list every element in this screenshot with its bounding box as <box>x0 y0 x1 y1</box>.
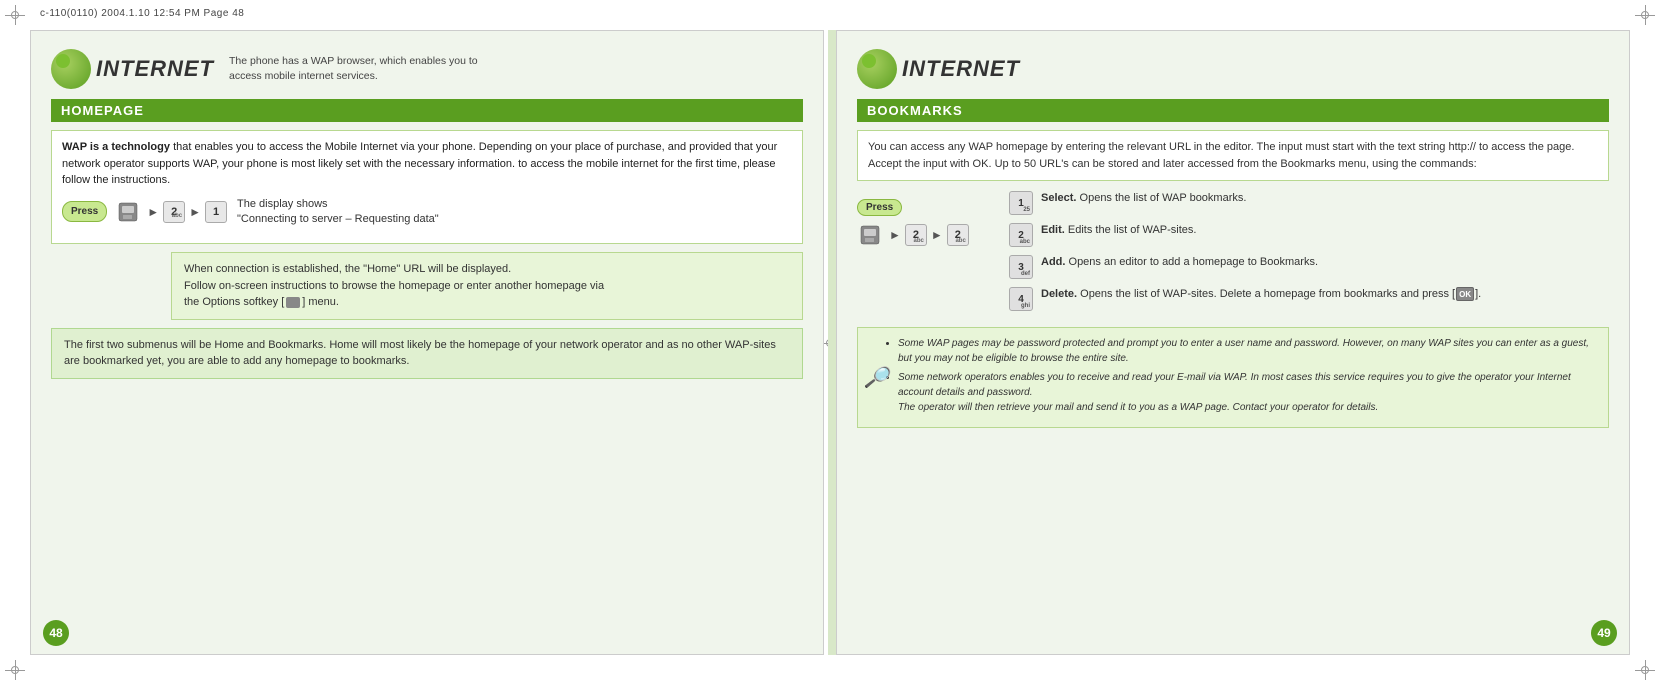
arrow-1-right: ► <box>889 228 901 242</box>
internet-title-left: INTERNET <box>96 56 214 82</box>
internet-header-left: INTERNET The phone has a WAP browser, wh… <box>51 49 803 89</box>
wap-text: that enables you to access the Mobile In… <box>62 141 777 186</box>
bookmark-item-edit: 2 abc Edit. Edits the list of WAP-sites. <box>1009 223 1609 247</box>
display-line1: The display shows <box>237 197 439 212</box>
key-2abc-left: 2 abc <box>163 201 185 223</box>
button-sequence-right: ► 2 abc ► 2 abc <box>857 224 997 246</box>
arrow-2-left: ► <box>189 203 201 221</box>
intro-text: You can access any WAP homepage by enter… <box>868 141 1574 170</box>
wap-bold: WAP is a technology <box>62 141 170 153</box>
page-right: INTERNET BOOKMARKS You can access any WA… <box>836 30 1630 655</box>
display-shows: The display shows "Connecting to server … <box>237 197 439 228</box>
press-area-right: Press <box>857 199 997 216</box>
phone-icon-left <box>115 201 143 223</box>
reg-mark-br <box>1635 660 1655 680</box>
reg-mark-tr <box>1635 5 1655 25</box>
bookmark-text-edit: Edit. Edits the list of WAP-sites. <box>1041 223 1196 238</box>
internet-header-right: INTERNET <box>857 49 1609 89</box>
page-spine <box>828 30 836 655</box>
key-1-left: 1 <box>205 201 227 223</box>
bookmark-key-4: 4 ghi <box>1009 287 1033 311</box>
page-container: c-110(0110) 2004.1.10 12:54 PM Page 48 I… <box>0 0 1660 685</box>
press-label-right: Press <box>857 199 902 216</box>
notes-box: 🔎 Some WAP pages may be password protect… <box>857 327 1609 428</box>
page-number-49: 49 <box>1591 620 1617 646</box>
internet-logo-right: INTERNET <box>857 49 1020 89</box>
header-text: c-110(0110) 2004.1.10 12:54 PM Page 48 <box>40 8 244 19</box>
arrow-2-right: ► <box>931 228 943 242</box>
notes-list: Some WAP pages may be password protected… <box>898 336 1596 415</box>
arrow-1-left: ► <box>147 203 159 221</box>
section-header-homepage: HOMEPAGE <box>51 99 803 122</box>
bookmark-key-1: 1 25 <box>1009 191 1033 215</box>
header-bar: c-110(0110) 2004.1.10 12:54 PM Page 48 <box>40 8 1620 19</box>
internet-title-right: INTERNET <box>902 56 1020 82</box>
bookmark-item-select: 1 25 Select. Opens the list of WAP bookm… <box>1009 191 1609 215</box>
options-softkey-icon <box>286 297 300 308</box>
press-area-left: Press ► 2 abc <box>62 197 792 228</box>
bookmark-text-select: Select. Opens the list of WAP bookmarks. <box>1041 191 1246 206</box>
phone-icon-right <box>857 224 885 246</box>
bookmark-text-delete: Delete. Opens the list of WAP-sites. Del… <box>1041 287 1481 302</box>
bookmarks-left-col: Press ► 2 abc <box>857 191 997 319</box>
page-number-48: 48 <box>43 620 69 646</box>
pages-wrapper: INTERNET The phone has a WAP browser, wh… <box>30 30 1630 655</box>
bookmark-text-add: Add. Opens an editor to add a homepage t… <box>1041 255 1318 270</box>
notes-item-1: Some WAP pages may be password protected… <box>898 336 1596 366</box>
internet-circle-right <box>857 49 897 89</box>
internet-logo-left: INTERNET <box>51 49 214 89</box>
display-line2: "Connecting to server – Requesting data" <box>237 212 439 227</box>
press-label-left: Press <box>62 201 107 222</box>
key-2abc-r1: 2 abc <box>905 224 927 246</box>
bookmark-item-add: 3 def Add. Opens an editor to add a home… <box>1009 255 1609 279</box>
bookmark-key-3: 3 def <box>1009 255 1033 279</box>
button-sequence-left: ► 2 abc ► 1 <box>115 201 227 223</box>
bookmark-key-2: 2 abc <box>1009 223 1033 247</box>
bookmark-item-delete: 4 ghi Delete. Opens the list of WAP-site… <box>1009 287 1609 311</box>
notes-icon: 🔎 <box>864 363 889 393</box>
key-2abc-r2: 2 abc <box>947 224 969 246</box>
reg-mark-tl <box>5 5 25 25</box>
bottom-info-box: The first two submenus will be Home and … <box>51 328 803 379</box>
bookmarks-right-col: 1 25 Select. Opens the list of WAP bookm… <box>1009 191 1609 319</box>
right-page-intro: You can access any WAP homepage by enter… <box>857 130 1609 181</box>
page-left: INTERNET The phone has a WAP browser, wh… <box>30 30 824 655</box>
internet-desc-left: The phone has a WAP browser, which enabl… <box>229 54 509 83</box>
notes-item-2: Some network operators enables you to re… <box>898 370 1596 415</box>
bookmarks-content: Press ► 2 abc <box>857 191 1609 319</box>
reg-mark-bl <box>5 660 25 680</box>
wap-description-box: WAP is a technology that enables you to … <box>51 130 803 244</box>
ok-button-icon: OK <box>1456 287 1474 301</box>
callout-box-left: When connection is established, the "Hom… <box>171 252 803 320</box>
internet-circle-left <box>51 49 91 89</box>
section-header-bookmarks: BOOKMARKS <box>857 99 1609 122</box>
